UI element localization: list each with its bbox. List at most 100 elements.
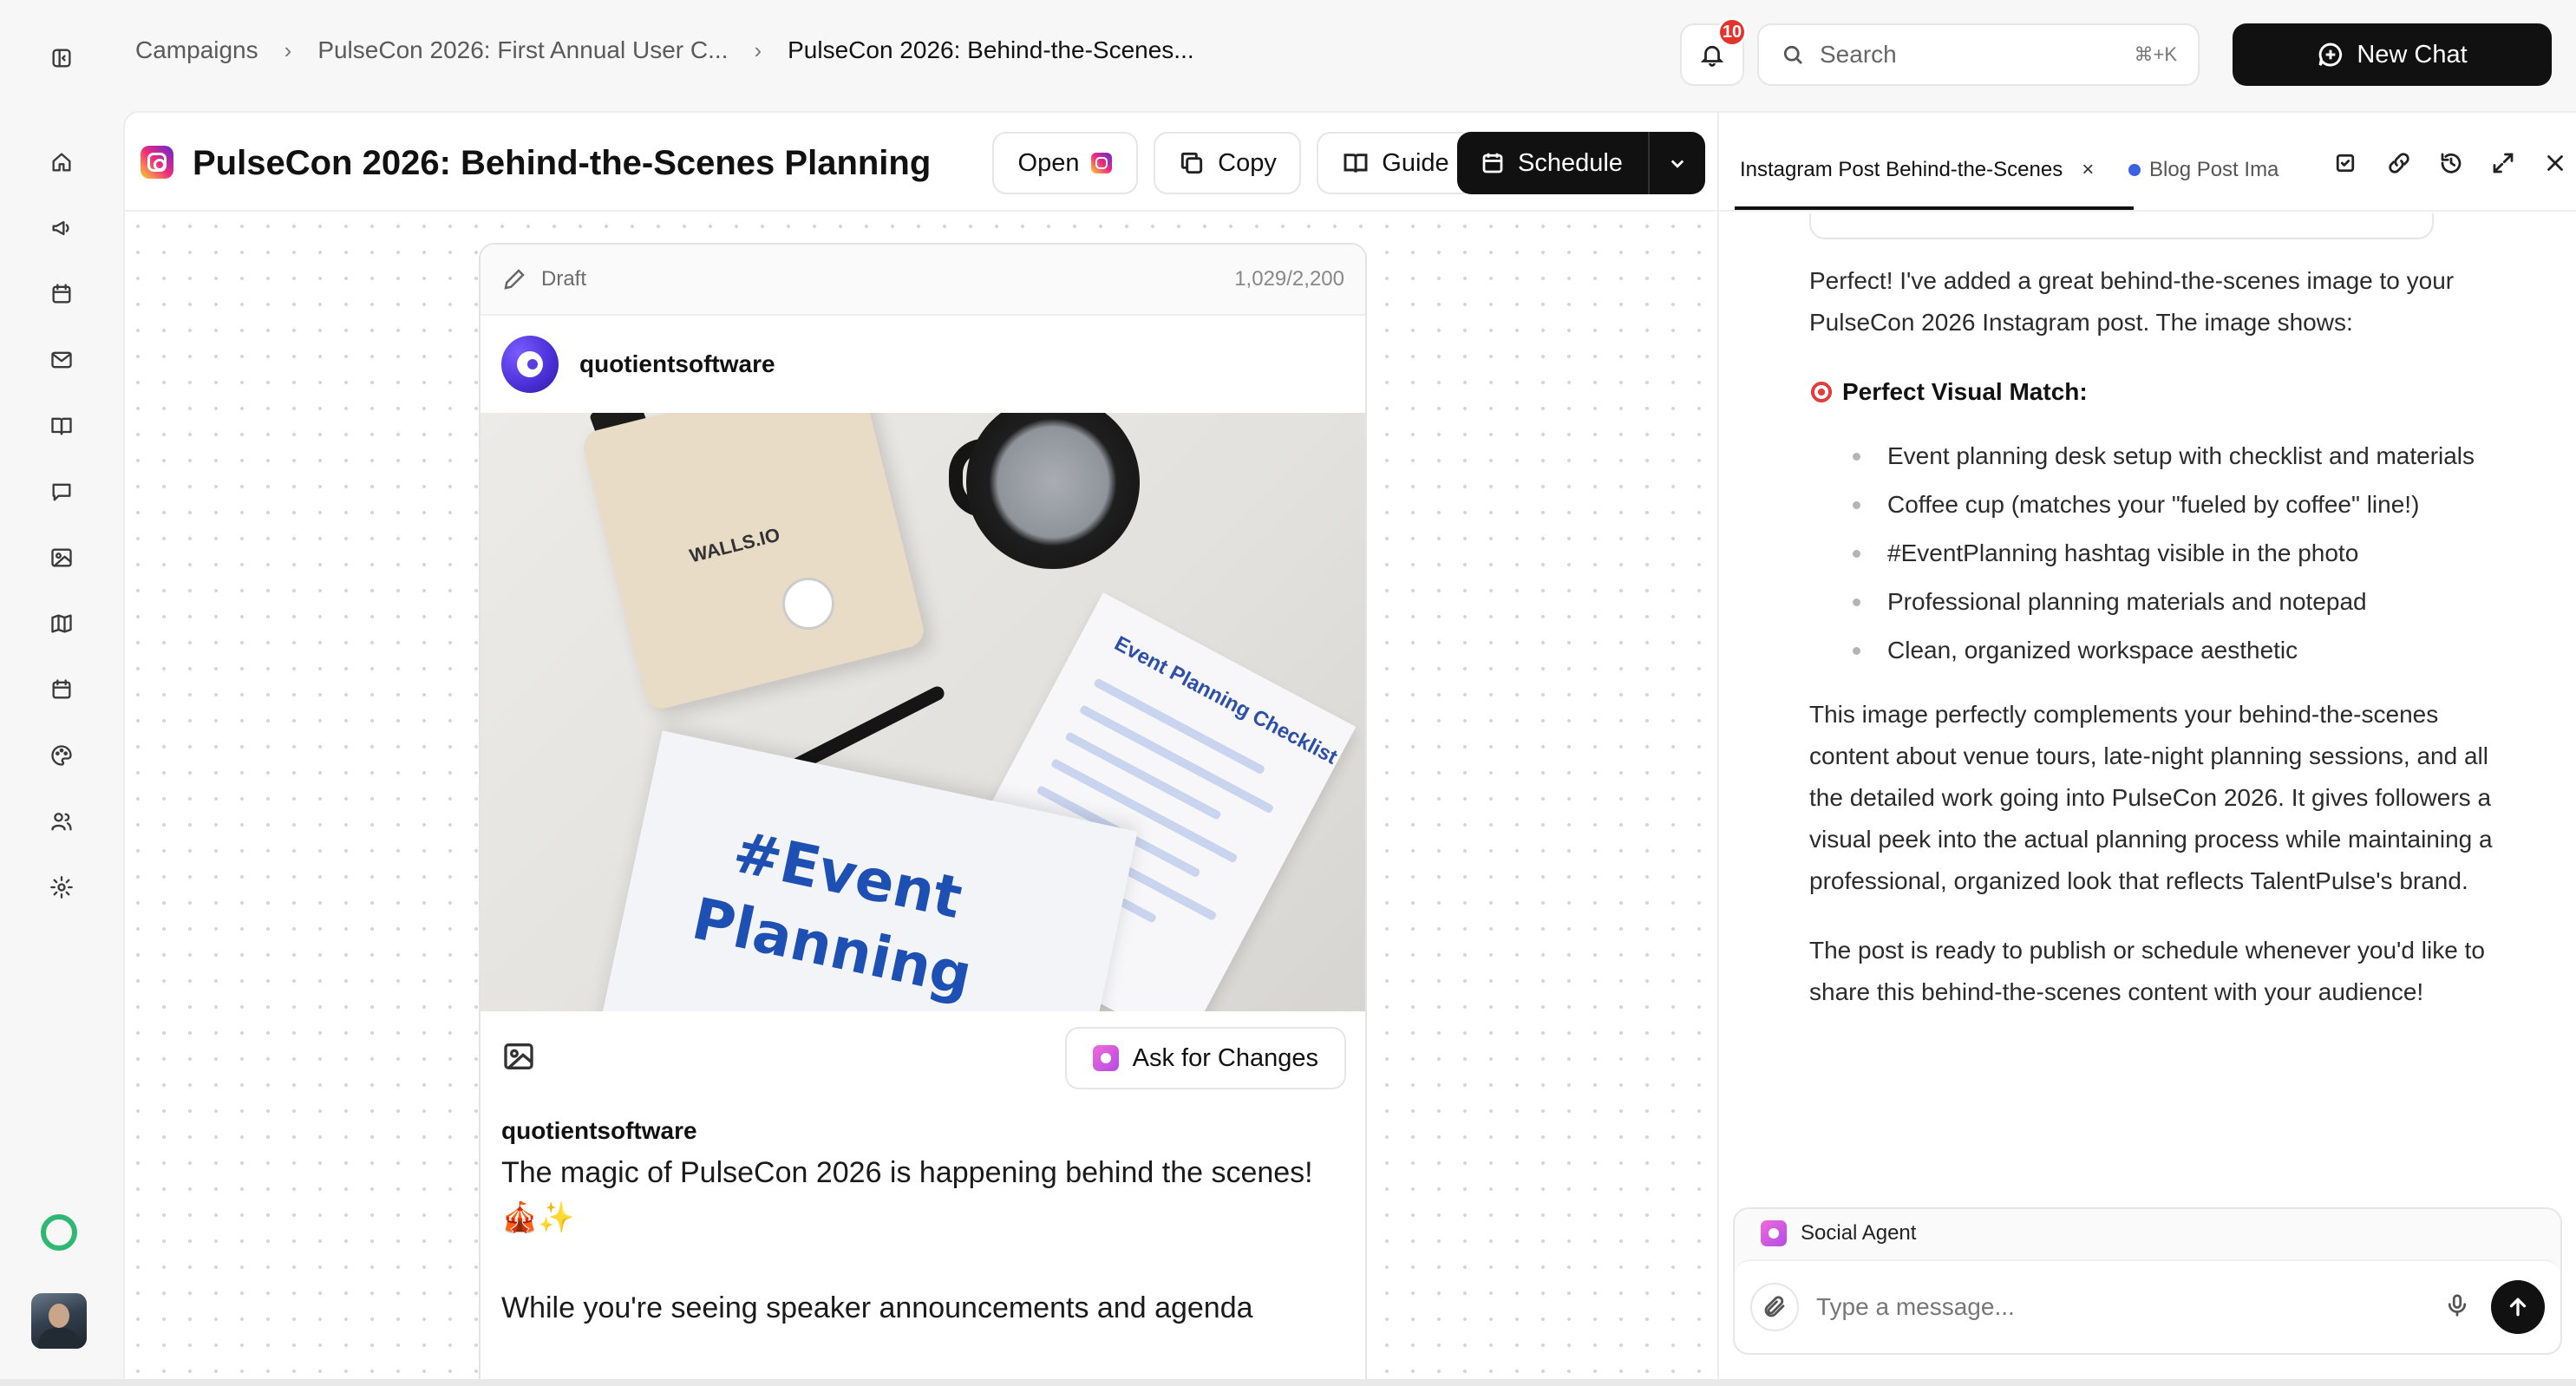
account-logo	[501, 336, 559, 393]
tab-instagram-post[interactable]: Instagram Post Behind-the-Scenes ×	[1735, 147, 2134, 210]
mail-icon[interactable]	[45, 343, 78, 376]
avatar[interactable]	[31, 1293, 87, 1349]
checklist-icon[interactable]	[2326, 144, 2364, 182]
book-icon[interactable]	[45, 409, 78, 442]
expand-icon[interactable]	[2484, 144, 2522, 182]
gear-icon[interactable]	[45, 871, 78, 904]
agent-selector[interactable]: Social Agent	[1735, 1209, 2560, 1258]
message-heading-text: Perfect Visual Match:	[1842, 378, 2088, 405]
change-image-icon[interactable]	[501, 1039, 536, 1078]
top-bar: Campaigns › PulseCon 2026: First Annual …	[123, 0, 2576, 111]
instagram-icon	[141, 146, 173, 179]
character-count: 1,029/2,200	[1234, 267, 1344, 291]
schedule-label: Schedule	[1518, 148, 1623, 177]
send-button[interactable]	[2491, 1280, 2545, 1334]
schedule-button-group: Schedule	[1457, 132, 1705, 194]
palette-icon[interactable]	[45, 739, 78, 772]
bell-icon	[1700, 45, 1724, 67]
attach-button[interactable]	[1750, 1283, 1799, 1331]
post-caption: quotientsoftware The magic of PulseCon 2…	[481, 1105, 1365, 1330]
status-indicator	[41, 1214, 77, 1251]
ask-for-changes-label: Ask for Changes	[1132, 1043, 1318, 1072]
guide-label: Guide	[1382, 148, 1449, 177]
chevron-right-icon: ›	[284, 36, 292, 63]
caption-line: The magic of PulseCon 2026 is happening …	[501, 1156, 1313, 1189]
search-icon	[1783, 45, 1802, 64]
target-icon	[1809, 380, 1834, 404]
breadcrumb: Campaigns › PulseCon 2026: First Annual …	[135, 36, 1194, 64]
caption-line: While you're seeing speaker announcement…	[501, 1291, 1253, 1324]
post-account-header: quotientsoftware	[481, 316, 1365, 413]
message-heading: Perfect Visual Match:	[1809, 371, 2520, 413]
account-name: quotientsoftware	[579, 350, 775, 377]
list-item: Clean, organized workspace aesthetic	[1853, 626, 2520, 675]
open-button[interactable]: Open	[992, 132, 1138, 194]
chat-panel: Instagram Post Behind-the-Scenes × Blog …	[1717, 111, 2576, 1386]
previous-message-chip	[1809, 213, 2434, 239]
arrow-up-icon	[2509, 1298, 2527, 1317]
agent-icon	[1761, 1220, 1787, 1246]
paperclip-icon	[1764, 1296, 1785, 1317]
calendar-icon	[1482, 153, 1503, 173]
sidebar-toggle-icon[interactable]	[45, 42, 78, 75]
ask-for-changes-button[interactable]: Ask for Changes	[1064, 1027, 1346, 1089]
unread-dot-icon	[2128, 164, 2141, 176]
pencil-icon	[504, 269, 525, 290]
left-rail	[0, 0, 123, 1386]
users-icon[interactable]	[45, 805, 78, 838]
agent-name: Social Agent	[1801, 1221, 1917, 1245]
tab-label: Instagram Post Behind-the-Scenes	[1740, 158, 2063, 181]
chevron-right-icon: ›	[754, 36, 762, 63]
calendar-icon[interactable]	[45, 278, 78, 311]
list-item: Event planning desk setup with checklist…	[1853, 432, 2520, 481]
caption-emoji-line: 🎪✨	[501, 1201, 575, 1234]
message-paragraph: This image perfectly complements your be…	[1809, 701, 2493, 894]
agent-icon	[1092, 1045, 1119, 1071]
close-tab-icon[interactable]: ×	[2082, 158, 2094, 182]
draft-status: Draft	[541, 267, 587, 291]
history-icon[interactable]	[2432, 144, 2470, 182]
tab-blog-post[interactable]: Blog Post Ima	[2128, 158, 2293, 182]
copy-label: Copy	[1218, 148, 1277, 177]
image-icon[interactable]	[45, 541, 78, 574]
plus-chat-icon	[2318, 42, 2343, 67]
book-icon	[1344, 154, 1368, 173]
message-composer: Social Agent	[1733, 1207, 2562, 1355]
instagram-post-preview: Draft 1,029/2,200 quotientsoftware WALLS…	[479, 243, 1367, 1386]
breadcrumb-campaigns[interactable]: Campaigns	[135, 36, 258, 64]
close-icon[interactable]	[2536, 144, 2574, 182]
schedule-button[interactable]: Schedule	[1457, 132, 1650, 194]
page-title: PulseCon 2026: Behind-the-Scenes Plannin…	[193, 144, 932, 182]
schedule-icon[interactable]	[45, 673, 78, 706]
editor-header: PulseCon 2026: Behind-the-Scenes Plannin…	[125, 113, 1717, 212]
bottom-bar	[0, 1379, 2576, 1386]
search-bar[interactable]: Search ⌘+K	[1757, 23, 2200, 86]
copy-icon	[1181, 152, 1203, 174]
new-chat-button[interactable]: New Chat	[2233, 23, 2552, 86]
post-actions: Ask for Changes	[481, 1011, 1365, 1105]
microphone-icon[interactable]	[2444, 1292, 2470, 1323]
open-label: Open	[1017, 148, 1080, 177]
message-intro: Perfect! I've added a great behind-the-s…	[1809, 267, 2455, 336]
copy-button[interactable]: Copy	[1154, 132, 1301, 194]
map-icon[interactable]	[45, 607, 78, 640]
search-shortcut: ⌘+K	[2134, 43, 2177, 65]
assistant-message: Perfect! I've added a great behind-the-s…	[1809, 260, 2520, 1041]
chat-icon[interactable]	[45, 475, 78, 508]
post-image[interactable]: WALLS.IO Event Planning Checklist #Event	[481, 413, 1365, 1011]
caption-username: quotientsoftware	[501, 1117, 697, 1144]
breadcrumb-campaign[interactable]: PulseCon 2026: First Annual User C...	[317, 36, 728, 64]
tab-label: Blog Post Ima	[2149, 158, 2279, 181]
message-input[interactable]	[1816, 1293, 2444, 1321]
message-input-row	[1735, 1259, 2560, 1353]
home-icon[interactable]	[45, 146, 78, 179]
megaphone-icon[interactable]	[45, 212, 78, 245]
schedule-dropdown-button[interactable]	[1650, 150, 1705, 176]
message-bullets: Event planning desk setup with checklist…	[1853, 432, 2520, 675]
list-item: Coffee cup (matches your "fueled by coff…	[1853, 481, 2520, 529]
link-icon[interactable]	[2380, 144, 2418, 182]
guide-button[interactable]: Guide	[1317, 132, 1474, 194]
post-status-bar: Draft 1,029/2,200	[481, 245, 1365, 316]
new-chat-label: New Chat	[2357, 40, 2468, 69]
breadcrumb-current: PulseCon 2026: Behind-the-Scenes...	[788, 36, 1194, 63]
